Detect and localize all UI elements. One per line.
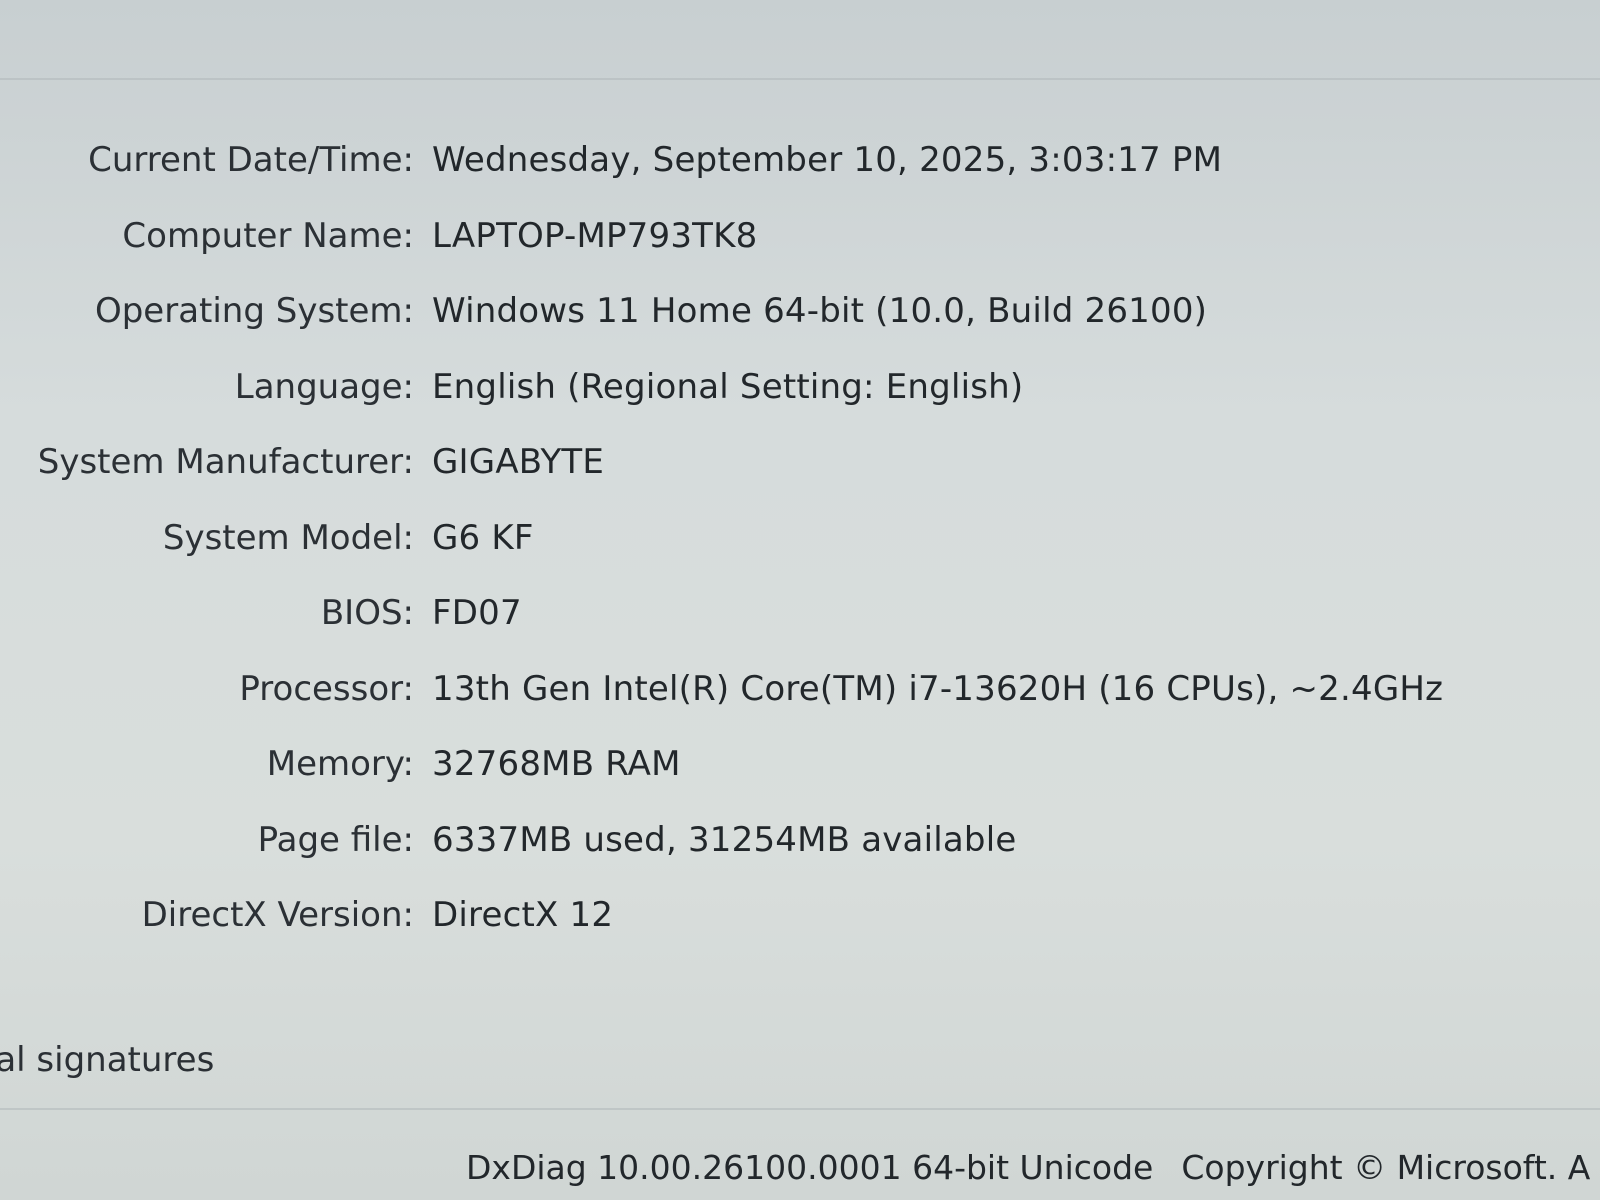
label-page-file: Page file: [257,819,414,860]
bottom-divider [0,1108,1600,1110]
label-processor: Processor: [239,668,414,709]
row-page-file: Page file: 6337MB used, 31254MB availabl… [0,820,1600,896]
label-current-datetime: Current Date/Time: [88,140,414,180]
check-digital-signatures-label[interactable]: tal signatures [0,1040,214,1080]
value-system-manufacturer: GIGABYTE [432,442,605,482]
row-system-manufacturer: System Manufacturer: GIGABYTE [0,442,1600,518]
value-current-datetime: Wednesday, September 10, 2025, 3:03:17 P… [432,140,1223,180]
footer: DxDiag 10.00.26100.0001 64-bit Unicode C… [466,1148,1590,1187]
label-system-model: System Model: [162,517,414,558]
value-language: English (Regional Setting: English) [432,366,1024,407]
row-system-model: System Model: G6 KF [0,518,1600,594]
row-memory: Memory: 32768MB RAM [0,744,1600,820]
row-processor: Processor: 13th Gen Intel(R) Core(TM) i7… [0,669,1600,745]
row-operating-system: Operating System: Windows 11 Home 64-bit… [0,291,1600,367]
row-computer-name: Computer Name: LAPTOP-MP793TK8 [0,216,1600,292]
row-bios: BIOS: FD07 [0,593,1600,669]
row-language: Language: English (Regional Setting: Eng… [0,367,1600,443]
label-memory: Memory: [266,744,414,784]
row-current-datetime: Current Date/Time: Wednesday, September … [0,140,1600,216]
value-processor: 13th Gen Intel(R) Core(TM) i7-13620H (16… [432,668,1444,709]
label-language: Language: [234,366,414,407]
value-computer-name: LAPTOP-MP793TK8 [432,215,758,256]
top-divider [0,78,1600,80]
value-directx-version: DirectX 12 [432,895,614,935]
value-system-model: G6 KF [432,517,534,558]
row-directx-version: DirectX Version: DirectX 12 [0,895,1600,971]
label-directx-version: DirectX Version: [141,895,414,935]
label-computer-name: Computer Name: [122,215,414,256]
label-system-manufacturer: System Manufacturer: [37,442,414,482]
value-bios: FD07 [432,593,522,633]
system-info-grid: Current Date/Time: Wednesday, September … [0,140,1600,971]
label-operating-system: Operating System: [94,291,414,331]
value-operating-system: Windows 11 Home 64-bit (10.0, Build 2610… [432,291,1208,331]
value-page-file: 6337MB used, 31254MB available [432,819,1017,860]
footer-version: DxDiag 10.00.26100.0001 64-bit Unicode [466,1148,1154,1187]
footer-copyright: Copyright © Microsoft. A [1181,1148,1591,1187]
label-bios: BIOS: [320,593,414,633]
value-memory: 32768MB RAM [432,744,681,784]
